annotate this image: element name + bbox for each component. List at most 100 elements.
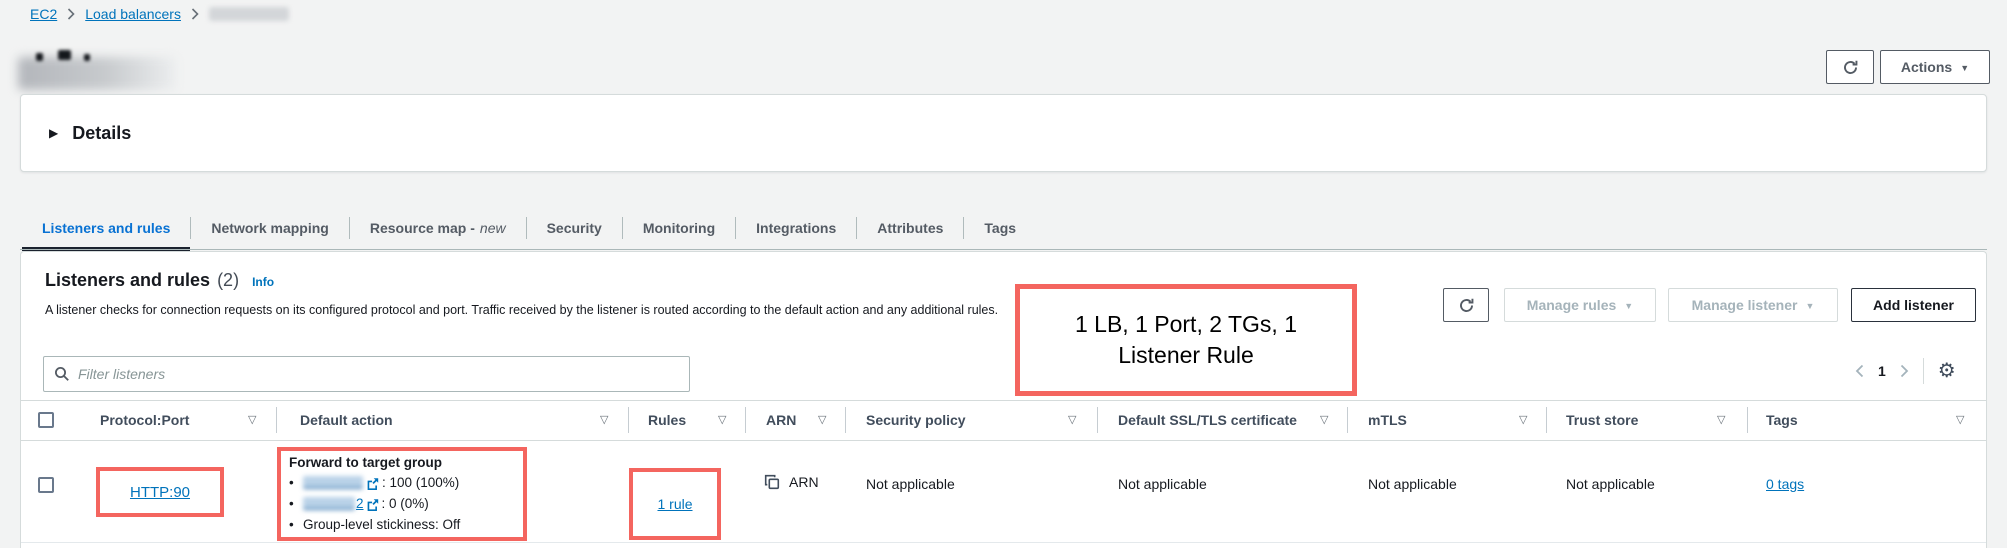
- arn-cell: ARN: [764, 474, 819, 490]
- section-description: A listener checks for connection request…: [45, 303, 998, 317]
- breadcrumb-link-load-balancers[interactable]: Load balancers: [85, 6, 181, 22]
- column-header-protocol-port[interactable]: Protocol:Port: [100, 412, 189, 428]
- filter-listeners-input[interactable]: [78, 366, 679, 382]
- previous-page-icon[interactable]: [1855, 364, 1864, 378]
- search-icon: [54, 366, 70, 382]
- target-group-link-suffix[interactable]: 2: [356, 496, 364, 511]
- tab-security[interactable]: Security: [527, 206, 622, 250]
- target-group-link-redacted[interactable]: [303, 476, 363, 489]
- tab-network-mapping[interactable]: Network mapping: [191, 206, 348, 250]
- section-header: Listeners and rules (2) Info: [45, 270, 274, 291]
- ssl-certificate-value: Not applicable: [1118, 476, 1207, 492]
- tab-resource-map[interactable]: Resource map -new: [350, 206, 526, 250]
- sort-icon-ssl-certificate[interactable]: ▽: [1320, 413, 1328, 426]
- pagination-divider: [1923, 358, 1924, 384]
- table-refresh-button[interactable]: [1443, 288, 1489, 322]
- breadcrumb-separator-icon: [67, 8, 75, 20]
- annotation-note-text: 1 LB, 1 Port, 2 TGs, 1 Listener Rule: [1060, 309, 1312, 371]
- actions-button-label: Actions: [1901, 59, 1952, 75]
- sort-icon-arn[interactable]: ▽: [818, 413, 826, 426]
- chevron-down-icon: ▼: [1624, 301, 1633, 311]
- gear-icon[interactable]: ⚙: [1938, 361, 1956, 381]
- refresh-icon: [1842, 59, 1859, 76]
- target-weight: : 100 (100%): [382, 475, 459, 490]
- tab-listeners-and-rules[interactable]: Listeners and rules: [22, 206, 190, 250]
- column-divider: [276, 407, 277, 433]
- page-number[interactable]: 1: [1878, 363, 1886, 379]
- listener-link[interactable]: HTTP:90: [130, 484, 190, 501]
- tab-bar: Listeners and rules Network mapping Reso…: [22, 206, 1036, 250]
- tags-link[interactable]: 0 tags: [1766, 476, 1804, 492]
- column-divider: [628, 407, 629, 433]
- column-header-security-policy[interactable]: Security policy: [866, 412, 966, 428]
- actions-button[interactable]: Actions ▼: [1880, 50, 1990, 84]
- refresh-icon: [1458, 297, 1475, 314]
- section-count: (2): [217, 270, 239, 291]
- next-page-icon[interactable]: [1900, 364, 1909, 378]
- column-header-mtls[interactable]: mTLS: [1368, 412, 1407, 428]
- details-expander[interactable]: ▶ Details: [20, 94, 1987, 172]
- column-header-default-action[interactable]: Default action: [300, 412, 393, 428]
- column-divider: [1347, 407, 1348, 433]
- details-label: Details: [72, 123, 131, 144]
- refresh-button[interactable]: [1826, 50, 1874, 84]
- manage-rules-button[interactable]: Manage rules ▼: [1504, 288, 1656, 322]
- sort-icon-default-action[interactable]: ▽: [600, 413, 608, 426]
- sort-icon-rules[interactable]: ▽: [718, 413, 726, 426]
- chevron-down-icon: ▼: [1960, 63, 1969, 73]
- add-listener-button[interactable]: Add listener: [1851, 288, 1976, 322]
- external-link-icon[interactable]: [366, 498, 379, 511]
- column-header-rules[interactable]: Rules: [648, 412, 686, 428]
- annotation-box-protocol: HTTP:90: [96, 467, 224, 517]
- pagination: 1 ⚙: [1855, 356, 1956, 386]
- tab-monitoring[interactable]: Monitoring: [623, 206, 735, 250]
- default-action-title: Forward to target group: [289, 455, 515, 470]
- arn-label: ARN: [789, 474, 819, 490]
- stickiness-text: Group-level stickiness: Off: [303, 517, 460, 532]
- column-header-tags[interactable]: Tags: [1766, 412, 1798, 428]
- tab-integrations[interactable]: Integrations: [736, 206, 856, 250]
- sort-icon-security-policy[interactable]: ▽: [1068, 413, 1076, 426]
- tab-tags[interactable]: Tags: [964, 206, 1036, 250]
- column-header-arn[interactable]: ARN: [766, 412, 796, 428]
- breadcrumb-redacted-name: [209, 7, 289, 21]
- page-title-redacted: [58, 50, 71, 60]
- column-divider: [845, 407, 846, 433]
- page-title-redacted: [18, 57, 176, 90]
- rules-link[interactable]: 1 rule: [657, 496, 692, 512]
- page-title-redacted: [36, 53, 43, 61]
- annotation-box-default-action: Forward to target group • : 100 (100%) •…: [277, 447, 527, 541]
- select-all-checkbox[interactable]: [38, 412, 54, 428]
- ec2-load-balancer-page: EC2 Load balancers Actions ▼ ▶ Details L…: [0, 0, 2007, 548]
- tab-bar-underline: [20, 249, 1987, 250]
- target-group-line-2: • 2 : 0 (0%): [289, 493, 515, 514]
- copy-icon[interactable]: [764, 474, 780, 490]
- breadcrumb-link-ec2[interactable]: EC2: [30, 6, 57, 22]
- breadcrumb-separator-icon: [191, 8, 199, 20]
- security-policy-value: Not applicable: [866, 476, 955, 492]
- sort-icon-tags[interactable]: ▽: [1956, 413, 1964, 426]
- info-link[interactable]: Info: [252, 275, 274, 289]
- breadcrumb: EC2 Load balancers: [30, 4, 289, 24]
- manage-listener-button[interactable]: Manage listener ▼: [1668, 288, 1838, 322]
- bullet-icon: •: [289, 496, 303, 511]
- sort-icon-trust-store[interactable]: ▽: [1717, 413, 1725, 426]
- column-header-trust-store[interactable]: Trust store: [1566, 412, 1638, 428]
- expand-arrow-icon: ▶: [49, 126, 58, 140]
- column-header-ssl-certificate[interactable]: Default SSL/TLS certificate: [1118, 412, 1297, 428]
- row-checkbox[interactable]: [38, 477, 54, 493]
- column-divider: [745, 407, 746, 433]
- external-link-icon[interactable]: [366, 477, 379, 490]
- row-bottom-border: [21, 542, 1986, 543]
- annotation-note-box: 1 LB, 1 Port, 2 TGs, 1 Listener Rule: [1015, 284, 1357, 396]
- sort-icon-mtls[interactable]: ▽: [1519, 413, 1527, 426]
- tab-attributes[interactable]: Attributes: [857, 206, 963, 250]
- target-group-line-1: • : 100 (100%): [289, 472, 515, 493]
- table-top-border: [21, 400, 1986, 401]
- filter-box: [43, 356, 690, 392]
- sort-icon-protocol-port[interactable]: ▽: [248, 413, 256, 426]
- bullet-icon: •: [289, 517, 303, 532]
- target-group-link-redacted[interactable]: [303, 497, 355, 510]
- chevron-down-icon: ▼: [1805, 301, 1814, 311]
- bullet-icon: •: [289, 475, 303, 490]
